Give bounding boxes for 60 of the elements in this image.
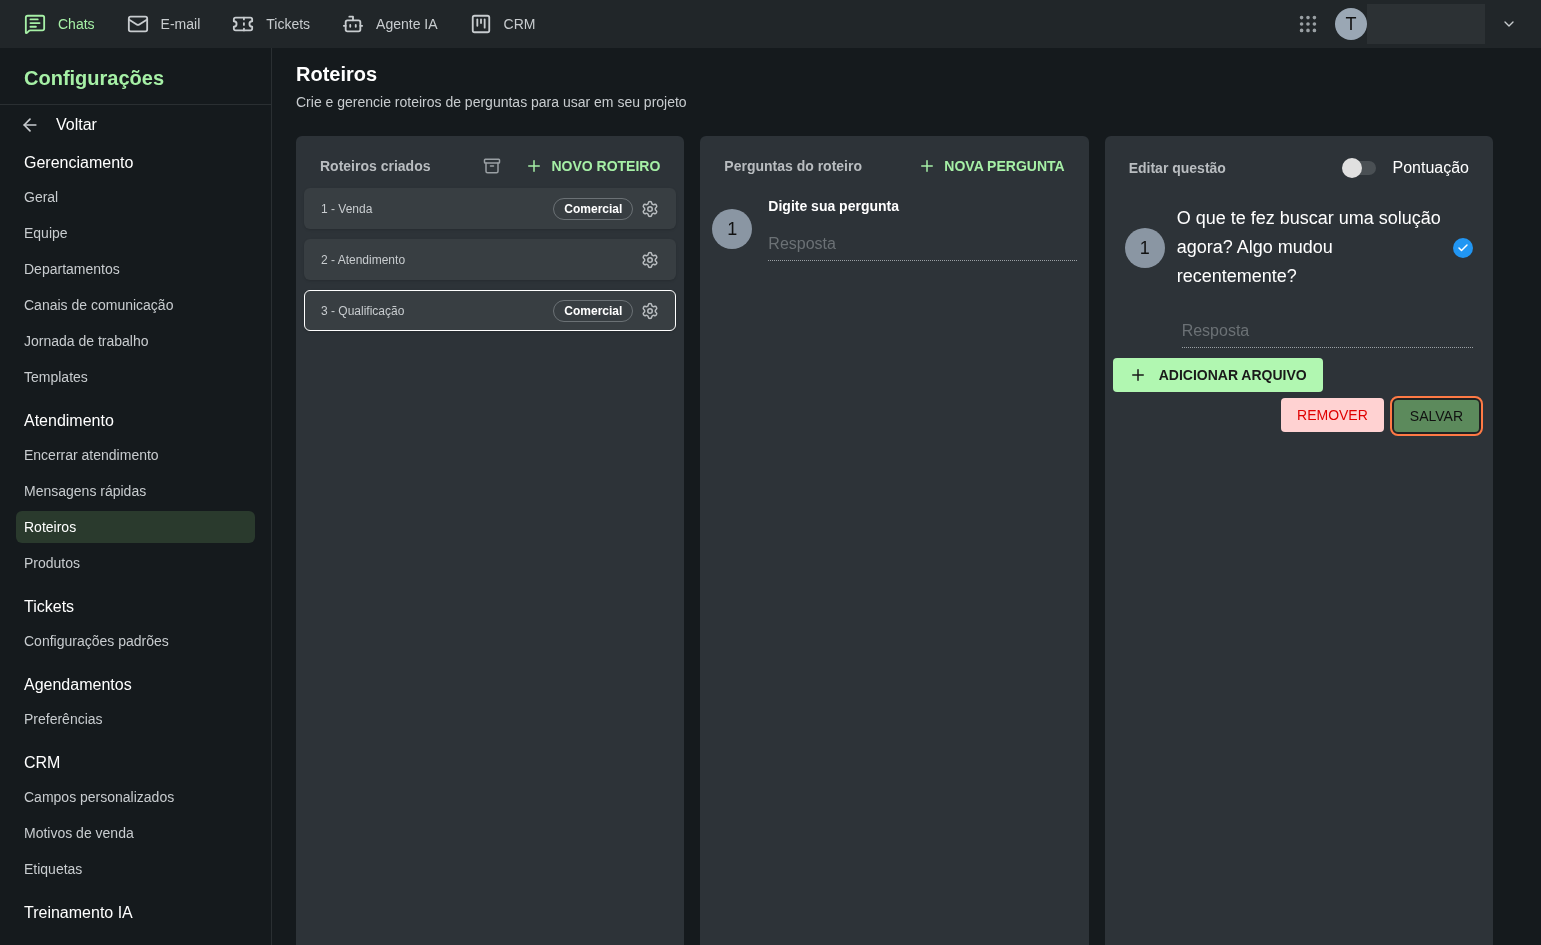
page-subtitle: Crie e gerencie roteiros de perguntas para usar em seu projeto (296, 93, 688, 112)
answer-field[interactable]: Resposta (1181, 315, 1473, 348)
nav-tab[interactable]: Agente IA (342, 13, 438, 35)
panel-title: Roteiros criados (320, 157, 431, 176)
script-name: 1 - Venda (321, 200, 373, 217)
sidebar-item[interactable]: Encerrar atendimento (16, 439, 255, 471)
panel-title: Editar questão (1128, 159, 1226, 178)
add-file-button[interactable]: ADICIONAR ARQUIVO (1112, 358, 1323, 392)
sidebar-section-title: Gerenciamento (23, 153, 135, 173)
panel-title: Perguntas do roteiro (724, 157, 862, 176)
sidebar-item[interactable]: Produtos (16, 547, 255, 579)
nav-tab[interactable]: CRM (469, 13, 536, 35)
sidebar-item[interactable]: Configurações padrões (16, 625, 255, 657)
remove-button[interactable]: REMOVER (1281, 398, 1384, 432)
script-item[interactable]: 2 - Atendimento (304, 239, 677, 280)
scoring-switch[interactable] (1344, 161, 1377, 175)
question-text: Digite sua pergunta (768, 197, 900, 216)
sidebar-item[interactable]: Jornada de trabalho (16, 325, 255, 357)
new-script-button[interactable]: NOVO ROTEIRO (525, 156, 661, 176)
avatar[interactable]: T (1335, 8, 1367, 40)
archive-icon[interactable] (483, 157, 502, 175)
page-title: Roteiros (296, 62, 379, 87)
sidebar-title: Configurações (0, 48, 271, 105)
save-button[interactable]: SALVAR (1391, 398, 1481, 434)
sidebar-item[interactable]: Roteiros (16, 511, 255, 543)
sidebar-item[interactable]: Motivos de venda (16, 817, 255, 849)
nav-tab[interactable]: E-mail (126, 13, 201, 35)
gear-icon[interactable] (641, 199, 660, 218)
chat-bubbles-icon (24, 13, 46, 35)
script-item[interactable]: 1 - Venda Comercial (304, 188, 677, 229)
envelope-icon (126, 13, 149, 35)
gear-icon[interactable] (641, 250, 660, 269)
sidebar-item[interactable]: Geral (16, 181, 255, 213)
gear-icon[interactable] (641, 301, 660, 320)
board-icon (469, 13, 492, 35)
nav-tab[interactable]: Chats (24, 13, 95, 35)
sidebar-item[interactable]: Departamentos (16, 253, 255, 285)
script-item[interactable]: 3 - Qualificação Comercial (304, 290, 677, 331)
nav-tab[interactable]: Tickets (232, 13, 311, 35)
script-name: 2 - Atendimento (321, 251, 406, 268)
sidebar-item[interactable]: Equipe (16, 217, 255, 249)
answer-field[interactable]: Resposta (768, 228, 1077, 261)
sidebar-item[interactable]: Campos personalizados (16, 781, 255, 813)
sidebar-item[interactable]: Templates (16, 361, 255, 393)
sidebar-section-title: Atendimento (23, 411, 115, 431)
sidebar-section-title: Treinamento IA (23, 903, 134, 923)
new-question-button[interactable]: NOVA PERGUNTA (918, 156, 1065, 176)
sidebar-section-title: CRM (23, 753, 62, 773)
sidebar-item[interactable]: Mensagens rápidas (16, 475, 255, 507)
scoring-label: Pontuação (1392, 158, 1469, 178)
sidebar-section-title: Agendamentos (23, 675, 133, 695)
robot-icon (342, 13, 365, 35)
sidebar-item[interactable]: Canais de comunicação (16, 289, 255, 321)
back-link[interactable]: Voltar (0, 105, 271, 145)
sidebar-item[interactable]: Etiquetas (16, 853, 255, 885)
sidebar-item[interactable]: Preferências (16, 703, 255, 735)
script-name: 3 - Qualificação (321, 302, 405, 319)
question-field[interactable]: O que te fez buscar uma solução agora? Algo mudou recentemente? (1176, 204, 1441, 291)
sidebar-section-title: Tickets (23, 597, 76, 617)
apps-grid-icon[interactable] (1297, 13, 1319, 35)
